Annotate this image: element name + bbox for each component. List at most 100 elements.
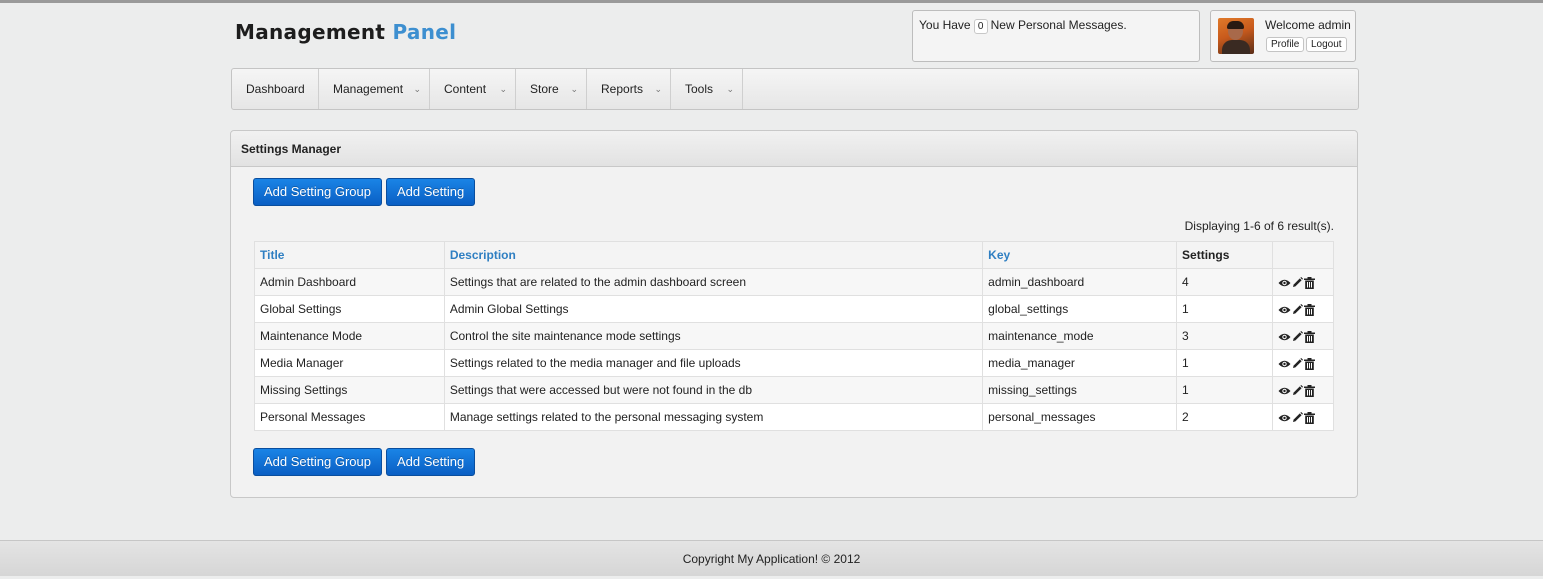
nav-dashboard[interactable]: Dashboard (232, 69, 319, 109)
cell-actions (1271, 295, 1335, 323)
column-header-settings: Settings (1176, 241, 1273, 269)
footer: Copyright My Application! © 2012 (0, 540, 1543, 576)
trash-icon[interactable] (1303, 275, 1316, 289)
cell-actions (1271, 322, 1335, 350)
chevron-down-icon: ⌄ (570, 84, 578, 94)
cell-description: Settings that are related to the admin d… (443, 268, 984, 296)
welcome-text: Welcome admin (1265, 18, 1351, 32)
cell-title: Personal Messages (254, 403, 445, 431)
cell-key: admin_dashboard (982, 268, 1178, 296)
brand-part2: Panel (392, 20, 457, 44)
table-row: Missing Settings Settings that were acces… (254, 376, 1335, 404)
column-header-description[interactable]: Description (443, 241, 984, 269)
cell-description: Admin Global Settings (443, 295, 984, 323)
eye-icon[interactable] (1278, 410, 1292, 424)
table-row: Media Manager Settings related to the med… (254, 349, 1335, 377)
user-box: Welcome admin Profile Logout (1210, 10, 1356, 62)
column-header-key[interactable]: Key (982, 241, 1178, 269)
trash-icon[interactable] (1303, 356, 1316, 370)
pencil-icon[interactable] (1292, 302, 1304, 316)
settings-table: Title Description Key Settings Admin Das… (254, 241, 1335, 431)
nav-content[interactable]: Content ⌄ (430, 69, 516, 109)
trash-icon[interactable] (1303, 329, 1316, 343)
column-header-actions (1271, 241, 1335, 269)
nav-label: Tools (685, 82, 714, 96)
messages-box: You Have 0 New Personal Messages. (912, 10, 1200, 62)
cell-actions (1271, 403, 1335, 431)
cell-key: media_manager (982, 349, 1178, 377)
cell-actions (1271, 349, 1335, 377)
add-setting-group-button[interactable]: Add Setting Group (253, 178, 382, 206)
cell-title: Admin Dashboard (254, 268, 445, 296)
cell-title: Maintenance Mode (254, 322, 445, 350)
cell-settings: 1 (1176, 376, 1273, 404)
nav-management[interactable]: Management ⌄ (319, 69, 430, 109)
nav-store[interactable]: Store ⌄ (516, 69, 587, 109)
trash-icon[interactable] (1303, 383, 1316, 397)
brand-part1: Management (235, 20, 386, 44)
table-row: Maintenance Mode Control the site mainten… (254, 322, 1335, 350)
nav-label: Store (530, 82, 559, 96)
add-setting-button-bottom[interactable]: Add Setting (386, 448, 476, 476)
eye-icon[interactable] (1278, 302, 1292, 316)
pencil-icon[interactable] (1292, 329, 1304, 343)
add-setting-group-button-bottom[interactable]: Add Setting Group (253, 448, 382, 476)
pencil-icon[interactable] (1292, 356, 1304, 370)
eye-icon[interactable] (1278, 356, 1292, 370)
cell-title: Global Settings (254, 295, 445, 323)
chevron-down-icon: ⌄ (654, 84, 662, 94)
nav-label: Dashboard (246, 82, 305, 96)
main-nav: Dashboard Management ⌄ Content ⌄ Store ⌄… (231, 68, 1359, 110)
avatar (1218, 18, 1254, 54)
eye-icon[interactable] (1278, 275, 1292, 289)
cell-description: Control the site maintenance mode settin… (443, 322, 984, 350)
chevron-down-icon: ⌄ (726, 84, 734, 94)
table-row: Personal Messages Manage settings related… (254, 403, 1335, 431)
pencil-icon[interactable] (1292, 275, 1304, 289)
settings-panel: Settings Manager Add Setting Group Add S… (230, 130, 1358, 498)
chevron-down-icon: ⌄ (413, 84, 421, 94)
cell-title: Media Manager (254, 349, 445, 377)
nav-tools[interactable]: Tools ⌄ (671, 69, 743, 109)
cell-settings: 1 (1176, 295, 1273, 323)
nav-label: Management (333, 82, 404, 96)
messages-prefix: You Have (919, 18, 971, 32)
nav-reports[interactable]: Reports ⌄ (587, 69, 671, 109)
trash-icon[interactable] (1303, 410, 1316, 424)
cell-actions (1271, 268, 1335, 296)
table-row: Global Settings Admin Global Settings glob… (254, 295, 1335, 323)
cell-description: Settings related to the media manager an… (443, 349, 984, 377)
cell-key: maintenance_mode (982, 322, 1178, 350)
panel-title: Settings Manager (231, 131, 1357, 167)
cell-actions (1271, 376, 1335, 404)
add-setting-button[interactable]: Add Setting (386, 178, 476, 206)
eye-icon[interactable] (1278, 383, 1292, 397)
nav-label: Reports (601, 82, 644, 96)
profile-button[interactable]: Profile (1266, 37, 1305, 52)
table-header-row: Title Description Key Settings (254, 241, 1335, 269)
messages-suffix: New Personal Messages. (990, 18, 1127, 32)
column-header-title[interactable]: Title (254, 241, 445, 269)
trash-icon[interactable] (1303, 302, 1316, 316)
cell-key: global_settings (982, 295, 1178, 323)
cell-settings: 3 (1176, 322, 1273, 350)
cell-settings: 4 (1176, 268, 1273, 296)
table-row: Admin Dashboard Settings that are related… (254, 268, 1335, 296)
cell-description: Settings that were accessed but were not… (443, 376, 984, 404)
cell-settings: 2 (1176, 403, 1273, 431)
messages-count-badge[interactable]: 0 (973, 19, 988, 34)
app-logo: Management Panel (235, 20, 456, 44)
copyright-text: Copyright My Application! © 2012 (682, 552, 861, 566)
result-count: Displaying 1-6 of 6 result(s). (1184, 219, 1334, 233)
cell-title: Missing Settings (254, 376, 445, 404)
logout-button[interactable]: Logout (1306, 37, 1347, 52)
cell-description: Manage settings related to the personal … (443, 403, 984, 431)
eye-icon[interactable] (1278, 329, 1292, 343)
pencil-icon[interactable] (1292, 410, 1304, 424)
cell-key: personal_messages (982, 403, 1178, 431)
nav-label: Content (444, 82, 487, 96)
pencil-icon[interactable] (1292, 383, 1304, 397)
top-border (0, 0, 1543, 3)
cell-settings: 1 (1176, 349, 1273, 377)
chevron-down-icon: ⌄ (499, 84, 507, 94)
